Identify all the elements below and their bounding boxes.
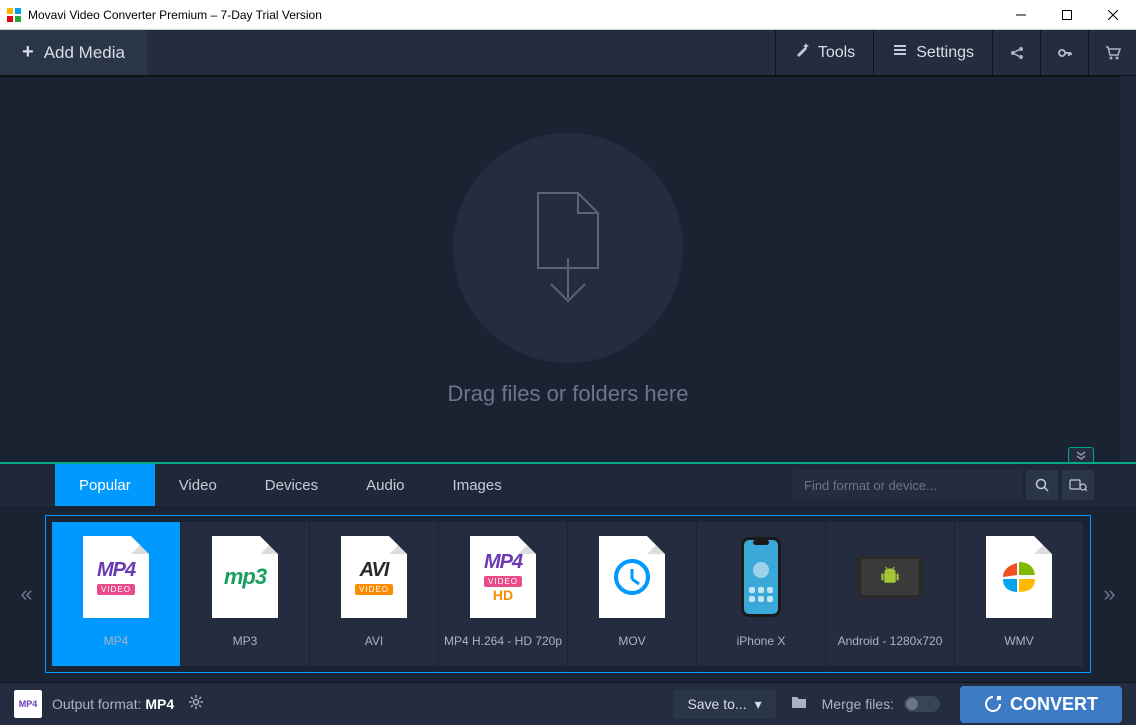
titlebar: Movavi Video Converter Premium – 7-Day T… xyxy=(0,0,1136,30)
mp4-icon: MP4VIDEO xyxy=(80,532,152,622)
menu-icon xyxy=(892,42,908,63)
convert-button[interactable]: CONVERT xyxy=(960,686,1122,723)
tools-label: Tools xyxy=(818,44,855,62)
share-button[interactable] xyxy=(992,30,1040,75)
avi-icon: AVIVIDEO xyxy=(338,532,410,622)
format-label: iPhone X xyxy=(737,634,786,648)
format-tabs: Popular Video Devices Audio Images xyxy=(0,464,1136,506)
collapse-handle[interactable] xyxy=(1068,447,1094,462)
wmv-icon xyxy=(983,532,1055,622)
android-icon xyxy=(854,532,926,622)
open-folder-button[interactable] xyxy=(786,690,812,719)
mp3-icon: mp3 xyxy=(209,532,281,622)
close-button[interactable] xyxy=(1090,0,1136,29)
key-button[interactable] xyxy=(1040,30,1088,75)
mov-icon xyxy=(596,532,668,622)
cart-button[interactable] xyxy=(1088,30,1136,75)
format-tile-mp3[interactable]: mp3 MP3 xyxy=(181,522,309,666)
add-media-button[interactable]: + Add Media xyxy=(0,30,147,75)
format-label: WMV xyxy=(1004,634,1033,648)
merge-toggle[interactable] xyxy=(904,696,940,712)
format-label: MP3 xyxy=(233,634,258,648)
format-label: Android - 1280x720 xyxy=(838,634,943,648)
minimize-button[interactable] xyxy=(998,0,1044,29)
mp4hd-icon: MP4VIDEOHD xyxy=(467,532,539,622)
format-strip: MP4VIDEO MP4 mp3 MP3 AVIVIDEO AVI MP4VID… xyxy=(45,515,1091,673)
format-label: MP4 xyxy=(104,634,129,648)
drop-circle xyxy=(453,133,683,363)
tab-devices[interactable]: Devices xyxy=(241,464,342,506)
output-format-value: MP4 xyxy=(145,696,174,712)
format-tile-mov[interactable]: MOV xyxy=(568,522,696,666)
format-carousel: « MP4VIDEO MP4 mp3 MP3 AVIVIDEO AVI MP4V… xyxy=(0,506,1136,682)
format-tile-iphonex[interactable]: iPhone X xyxy=(697,522,825,666)
add-media-label: Add Media xyxy=(44,43,125,63)
wand-icon xyxy=(794,42,810,63)
main-toolbar: + Add Media Tools Settings xyxy=(0,30,1136,76)
device-detect-button[interactable] xyxy=(1062,470,1094,500)
drop-area[interactable]: Drag files or folders here xyxy=(0,76,1136,462)
tab-audio[interactable]: Audio xyxy=(342,464,428,506)
convert-icon xyxy=(984,695,1002,713)
app-icon xyxy=(6,7,22,23)
maximize-button[interactable] xyxy=(1044,0,1090,29)
format-tile-mp4hd[interactable]: MP4VIDEOHD MP4 H.264 - HD 720p xyxy=(439,522,567,666)
search-button[interactable] xyxy=(1026,470,1058,500)
drop-hint: Drag files or folders here xyxy=(448,381,689,407)
tools-button[interactable]: Tools xyxy=(775,30,873,75)
format-label: MP4 H.264 - HD 720p xyxy=(444,634,562,648)
carousel-next[interactable]: » xyxy=(1091,524,1128,664)
format-tile-wmv[interactable]: WMV xyxy=(955,522,1083,666)
search-box xyxy=(792,470,1022,500)
tab-video[interactable]: Video xyxy=(155,464,241,506)
window-title: Movavi Video Converter Premium – 7-Day T… xyxy=(28,8,998,22)
settings-button[interactable]: Settings xyxy=(873,30,992,75)
panel-divider xyxy=(0,462,1136,464)
tab-popular[interactable]: Popular xyxy=(55,464,155,506)
save-to-button[interactable]: Save to... ▾ xyxy=(673,690,775,719)
format-label: AVI xyxy=(365,634,383,648)
iphone-icon xyxy=(725,532,797,622)
chevron-down-icon: ▾ xyxy=(755,696,762,713)
format-label: MOV xyxy=(618,634,645,648)
file-down-icon xyxy=(523,188,613,308)
format-tile-mp4[interactable]: MP4VIDEO MP4 xyxy=(52,522,180,666)
output-format-icon: MP4 xyxy=(14,690,42,718)
plus-icon: + xyxy=(22,41,34,64)
settings-label: Settings xyxy=(916,44,974,62)
bottom-bar: MP4 Output format: MP4 Save to... ▾ Merg… xyxy=(0,682,1136,725)
window-controls xyxy=(998,0,1136,29)
tab-label: Devices xyxy=(265,477,318,494)
tab-label: Audio xyxy=(366,477,404,494)
tab-label: Video xyxy=(179,477,217,494)
convert-label: CONVERT xyxy=(1010,694,1098,715)
vertical-scrollbar[interactable] xyxy=(1120,76,1136,462)
format-tile-avi[interactable]: AVIVIDEO AVI xyxy=(310,522,438,666)
output-settings-button[interactable] xyxy=(188,694,204,715)
tab-label: Images xyxy=(453,477,502,494)
merge-label: Merge files: xyxy=(822,696,894,712)
carousel-prev[interactable]: « xyxy=(8,524,45,664)
output-label-text: Output format: xyxy=(52,696,141,712)
tab-label: Popular xyxy=(79,477,131,494)
save-to-label: Save to... xyxy=(687,696,746,712)
output-format-label: Output format: MP4 xyxy=(52,696,174,712)
format-tile-android[interactable]: Android - 1280x720 xyxy=(826,522,954,666)
tab-images[interactable]: Images xyxy=(429,464,526,506)
search-input[interactable] xyxy=(792,470,1022,500)
